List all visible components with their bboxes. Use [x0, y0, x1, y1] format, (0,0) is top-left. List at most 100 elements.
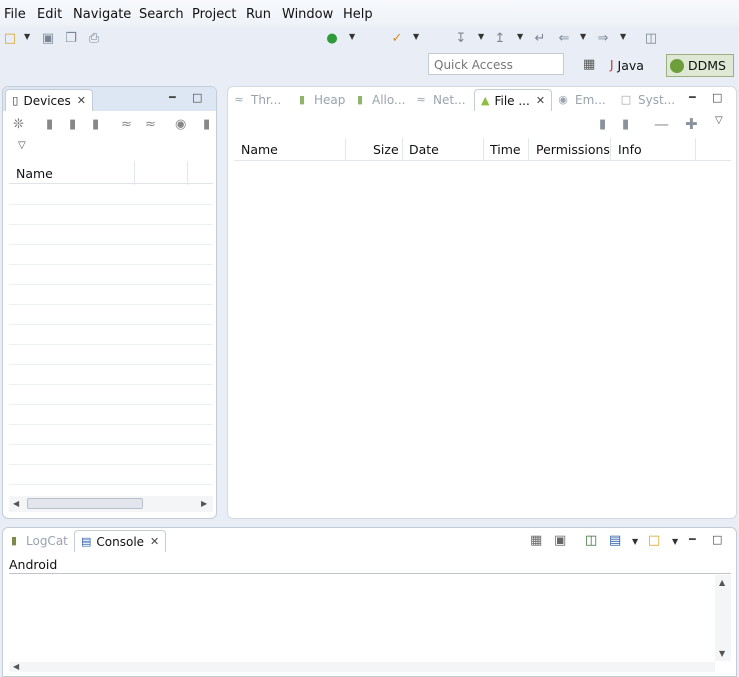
- open-console-dropdown-icon[interactable]: ▼: [672, 537, 678, 546]
- screen-capture-icon[interactable]: ▮: [203, 117, 210, 132]
- horizontal-scrollbar[interactable]: ◀: [9, 662, 715, 672]
- scroll-left-icon[interactable]: ◀: [13, 499, 19, 508]
- cause-gc-icon[interactable]: ▮: [92, 117, 99, 132]
- console-icon: ▤: [81, 534, 92, 548]
- tab-system-info-label: Syst...: [638, 93, 676, 107]
- clear-console-icon[interactable]: ▦: [530, 533, 542, 548]
- display-console-icon[interactable]: ▤: [609, 533, 621, 548]
- console-output[interactable]: [9, 575, 715, 665]
- back-dropdown-icon[interactable]: ▼: [580, 32, 586, 41]
- next-annotation-dropdown-icon[interactable]: ▼: [478, 32, 484, 41]
- open-console-icon[interactable]: □: [648, 533, 660, 548]
- forward-dropdown-icon[interactable]: ▼: [620, 32, 626, 41]
- run-icon[interactable]: ●: [323, 29, 341, 47]
- maximize-icon[interactable]: □: [712, 533, 722, 546]
- column-header-time[interactable]: Time: [490, 142, 521, 157]
- tab-emulator[interactable]: ◉ Em...: [556, 89, 606, 111]
- tab-heap[interactable]: ▮ Heap: [295, 89, 345, 111]
- menu-search[interactable]: Search: [139, 7, 184, 22]
- maximize-icon[interactable]: □: [712, 91, 722, 104]
- save-all-icon[interactable]: ❐: [62, 29, 80, 47]
- tab-network[interactable]: ≈ Net...: [414, 89, 465, 111]
- minimize-icon[interactable]: ━: [689, 533, 696, 546]
- device-phone-icon: ▯: [12, 93, 19, 107]
- scroll-right-icon[interactable]: ▶: [201, 499, 207, 508]
- menu-project[interactable]: Project: [192, 7, 236, 22]
- run-dropdown-icon[interactable]: ▼: [349, 32, 355, 41]
- debug-dropdown-icon[interactable]: ▼: [413, 32, 419, 41]
- close-icon[interactable]: ✕: [536, 94, 545, 107]
- file-explorer-panel: ≈ Thr... ▮ Heap ▮ Allo... ≈ Net... ▲ File ...…: [227, 86, 737, 519]
- start-profiling-icon[interactable]: ≈: [145, 117, 156, 132]
- scroll-lock-icon[interactable]: ▣: [554, 533, 566, 548]
- vertical-scrollbar[interactable]: ▲ ▼: [715, 575, 731, 661]
- menu-edit[interactable]: Edit: [37, 7, 62, 22]
- menu-file[interactable]: File: [4, 7, 26, 22]
- android-icon: ▲: [481, 93, 490, 107]
- quick-access-field[interactable]: [428, 53, 566, 75]
- column-header-date[interactable]: Date: [409, 142, 439, 157]
- forward-icon[interactable]: ⇒: [594, 29, 612, 47]
- next-annotation-icon[interactable]: ↧: [452, 29, 470, 47]
- tab-threads[interactable]: ≈ Thr...: [232, 89, 281, 111]
- menu-run[interactable]: Run: [246, 7, 271, 22]
- devices-table-body[interactable]: [9, 185, 213, 491]
- update-heap-icon[interactable]: ▮: [46, 117, 53, 132]
- scroll-up-icon[interactable]: ▲: [719, 578, 725, 587]
- menu-navigate[interactable]: Navigate: [73, 7, 131, 22]
- minimize-icon[interactable]: ━: [169, 91, 176, 104]
- column-header-name[interactable]: Name: [16, 166, 53, 181]
- tab-system-info[interactable]: □ Syst...: [619, 89, 675, 111]
- back-icon[interactable]: ⇐: [555, 29, 573, 47]
- tab-allocation[interactable]: ▮ Allo...: [353, 89, 405, 111]
- tab-logcat[interactable]: ▮ LogCat: [7, 530, 68, 552]
- open-perspective-icon[interactable]: ▦: [583, 57, 595, 72]
- tab-file-explorer[interactable]: ▲ File ... ✕: [474, 89, 552, 111]
- horizontal-scrollbar[interactable]: ◀ ▶: [9, 496, 213, 512]
- new-icon[interactable]: □: [1, 29, 19, 47]
- column-header-info[interactable]: Info: [618, 142, 642, 157]
- print-icon[interactable]: ⎙: [85, 29, 103, 47]
- tab-console-label: Console: [96, 534, 145, 549]
- column-header-size[interactable]: Size: [373, 142, 399, 157]
- column-header-permissions[interactable]: Permissions: [536, 142, 610, 157]
- dump-hprof-icon[interactable]: ▮: [69, 117, 76, 132]
- display-console-dropdown-icon[interactable]: ▼: [632, 537, 638, 546]
- scrollbar-thumb[interactable]: [27, 498, 143, 509]
- view-menu-icon[interactable]: ▽: [18, 140, 26, 151]
- new-folder-icon[interactable]: ✚: [685, 115, 698, 133]
- maximize-icon[interactable]: □: [192, 91, 202, 104]
- tab-devices[interactable]: ▯ Devices ✕: [5, 89, 93, 111]
- ddms-perspective-button[interactable]: DDMS: [666, 54, 734, 77]
- prev-annotation-icon[interactable]: ↥: [491, 29, 509, 47]
- stop-process-icon[interactable]: ◉: [175, 117, 186, 132]
- column-divider: [610, 138, 611, 160]
- pin-console-icon[interactable]: ◫: [585, 533, 597, 548]
- pull-file-icon[interactable]: ▮: [599, 117, 606, 132]
- quick-access-input[interactable]: [432, 55, 566, 75]
- scroll-down-icon[interactable]: ▼: [719, 649, 725, 658]
- tab-logcat-label: LogCat: [26, 534, 68, 548]
- new-dropdown-icon[interactable]: ▼: [24, 32, 30, 41]
- update-threads-icon[interactable]: ≈: [121, 117, 132, 132]
- java-perspective-button[interactable]: J Java: [610, 54, 644, 76]
- delete-icon[interactable]: —: [654, 115, 669, 133]
- last-edit-icon[interactable]: ↵: [531, 29, 549, 47]
- menu-window[interactable]: Window: [282, 7, 333, 22]
- menu-help[interactable]: Help: [343, 7, 373, 22]
- file-table-body[interactable]: [234, 162, 731, 512]
- save-icon[interactable]: ▣: [39, 29, 57, 47]
- ddms-icon: [670, 58, 684, 73]
- push-file-icon[interactable]: ▮: [622, 117, 629, 132]
- debug-icon[interactable]: ✓: [388, 29, 406, 47]
- minimize-icon[interactable]: ━: [689, 91, 696, 104]
- view-menu-icon[interactable]: ▽: [715, 115, 723, 126]
- close-icon[interactable]: ✕: [150, 535, 159, 548]
- column-header-name[interactable]: Name: [241, 142, 278, 157]
- close-icon[interactable]: ✕: [77, 94, 86, 107]
- prev-annotation-dropdown-icon[interactable]: ▼: [517, 32, 523, 41]
- pin-icon[interactable]: ◫: [642, 29, 660, 47]
- tab-console[interactable]: ▤ Console ✕: [74, 530, 166, 552]
- debug-process-icon[interactable]: ❊: [13, 117, 24, 132]
- scroll-left-icon[interactable]: ◀: [13, 662, 19, 671]
